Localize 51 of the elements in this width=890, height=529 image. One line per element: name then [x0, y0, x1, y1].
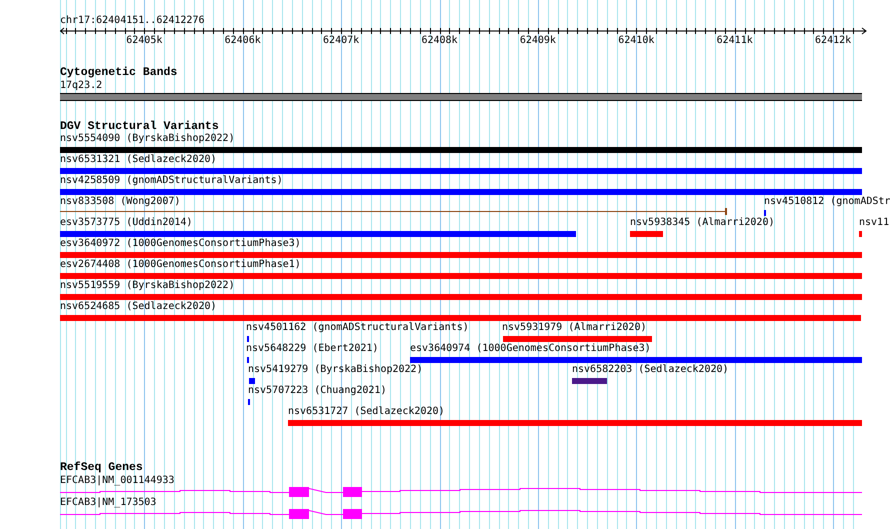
variant-bar[interactable]	[60, 252, 862, 258]
variant-bar[interactable]	[60, 294, 862, 300]
feature-label: nsv6524685 (Sedlazeck2020)	[60, 302, 217, 312]
tick-label: 62410k	[618, 36, 654, 46]
variant-bar[interactable]	[572, 378, 607, 384]
variant-bar[interactable]	[60, 147, 862, 153]
feature-label: nsv6582203 (Sedlazeck2020)	[572, 365, 729, 375]
feature-label: EFCAB3|NM_001144933	[60, 476, 174, 486]
tick-label: 62409k	[520, 36, 556, 46]
feature-label: nsv6531727 (Sedlazeck2020)	[288, 407, 445, 417]
feature-label: nsv5419279 (ByrskaBishop2022)	[248, 365, 423, 375]
variant-bar[interactable]	[503, 336, 652, 342]
track-title: Cytogenetic Bands	[60, 67, 178, 78]
tick-label: 62408k	[421, 36, 458, 46]
variant-bar[interactable]	[249, 378, 255, 384]
variant-bar[interactable]	[60, 315, 861, 321]
variant-bar[interactable]	[60, 231, 576, 237]
feature-label: EFCAB3|NM_173503	[60, 498, 156, 508]
feature-label: nsv5648229 (Ebert2021)	[246, 344, 378, 354]
feature-label: nsv5938345 (Almarri2020)	[630, 218, 774, 228]
feature-label: nsv4501162 (gnomADStructuralVariants)	[246, 323, 469, 333]
feature-label: nsv833508 (Wong2007)	[60, 197, 180, 207]
tick-label: 62406k	[224, 36, 261, 46]
feature-label: esv2674408 (1000GenomesConsortiumPhase1)	[60, 260, 301, 270]
tick-label: 62412k	[815, 36, 852, 46]
feature-label: esv3640972 (1000GenomesConsortiumPhase3)	[60, 239, 301, 249]
feature-label: nsv5519559 (ByrskaBishop2022)	[60, 281, 235, 291]
track-title: DGV Structural Variants	[60, 121, 219, 132]
variant-bar[interactable]	[288, 420, 862, 426]
feature-label: esv3640974 (1000GenomesConsortiumPhase3)	[410, 344, 651, 354]
track-title: RefSeq Genes	[60, 462, 143, 474]
variant-bar[interactable]	[410, 357, 862, 363]
tick-label: 62411k	[716, 36, 753, 46]
variant-bar[interactable]	[60, 168, 862, 174]
tick-label: 62405k	[126, 36, 162, 46]
location-label: chr17:62404151..62412276	[60, 16, 204, 26]
variant-bar[interactable]	[630, 231, 663, 237]
feature-label: nsv6531321 (Sedlazeck2020)	[60, 155, 217, 165]
feature-label: nsv4258509 (gnomADStructuralVariants)	[60, 176, 283, 186]
variant-bar[interactable]	[859, 231, 862, 237]
variant-line[interactable]	[60, 208, 727, 215]
feature-label: nsv5931979 (Almarri2020)	[502, 323, 646, 333]
feature-label: nsv5707223 (Chuang2021)	[248, 386, 386, 396]
feature-label: nsv5554090 (ByrskaBishop2022)	[60, 134, 235, 144]
variant-bar[interactable]	[60, 273, 862, 279]
variant-bar[interactable]	[60, 189, 862, 195]
feature-label: nsv11	[859, 218, 890, 228]
feature-label: esv3573775 (Uddin2014)	[60, 218, 192, 228]
feature-label: 17q23.2	[60, 81, 102, 91]
feature-label: nsv4510812 (gnomADStr	[764, 197, 890, 207]
tick-label: 62407k	[323, 36, 360, 46]
